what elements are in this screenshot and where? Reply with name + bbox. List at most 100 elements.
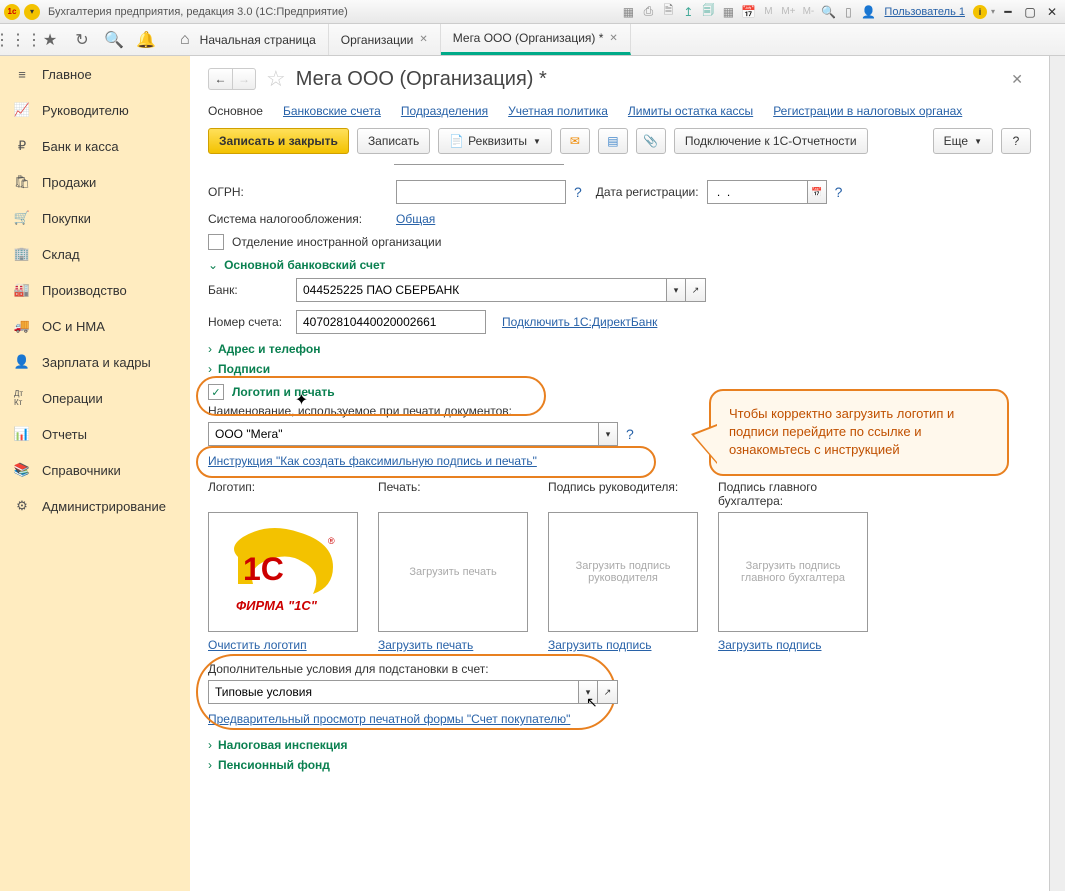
nav-back-button[interactable]: ← <box>208 68 232 90</box>
tax-system-label: Система налогообложения: <box>208 212 388 226</box>
logo-preview[interactable]: 1С ® ФИРМА "1С" <box>208 512 358 632</box>
maximize-button[interactable]: ▢ <box>1021 4 1039 20</box>
tab-mega-ooo[interactable]: Мега ООО (Организация) *✕ <box>441 24 631 55</box>
sidebar-item-sales[interactable]: 🛍Продажи <box>0 164 190 200</box>
load-stamp-link[interactable]: Загрузить печать <box>378 638 473 652</box>
tab-close-icon[interactable]: ✕ <box>419 34 427 45</box>
subnav-tax-registrations[interactable]: Регистрации в налоговых органах <box>773 104 962 118</box>
attach-button[interactable]: 📎 <box>636 128 666 154</box>
subnav-divisions[interactable]: Подразделения <box>401 104 488 118</box>
tab-organizations[interactable]: Организации✕ <box>329 24 441 55</box>
m-minus-icon[interactable]: M- <box>800 4 816 20</box>
info-icon[interactable]: i <box>973 5 987 19</box>
bank-open-button[interactable]: ↗ <box>686 278 706 302</box>
reg-date-input[interactable] <box>707 180 807 204</box>
direct-bank-link[interactable]: Подключить 1С:ДиректБанк <box>502 315 657 329</box>
toolbar-icon[interactable]: ▦ <box>620 4 636 20</box>
sidebar-item-purchases[interactable]: 🛒Покупки <box>0 200 190 236</box>
mail-button[interactable]: ✉ <box>560 128 590 154</box>
minimize-button[interactable]: ━ <box>999 4 1017 20</box>
account-input[interactable] <box>296 310 486 334</box>
load-sign-head-link[interactable]: Загрузить подпись <box>548 638 652 652</box>
bookmark-icon[interactable]: ☆ <box>266 66 286 92</box>
bank-dropdown-button[interactable]: ▾ <box>666 278 686 302</box>
history-icon[interactable]: ↻ <box>72 30 92 50</box>
logo-section-title[interactable]: Логотип и печать <box>232 385 335 399</box>
help-icon[interactable]: ? <box>574 184 582 200</box>
bank-section-toggle[interactable]: ⌄Основной банковский счет <box>208 258 1031 272</box>
subnav-accounting[interactable]: Учетная политика <box>508 104 608 118</box>
zoom-icon[interactable]: 🔍 <box>820 4 836 20</box>
instruction-link[interactable]: Инструкция "Как создать факсимильную под… <box>208 454 537 468</box>
ogrn-input[interactable] <box>396 180 566 204</box>
import-icon[interactable]: 🗐 <box>700 4 716 20</box>
sidebar-item-directories[interactable]: 📚Справочники <box>0 452 190 488</box>
foreign-checkbox[interactable] <box>208 234 224 250</box>
subnav-main[interactable]: Основное <box>208 104 263 118</box>
sidebar-item-main[interactable]: ≡Главное <box>0 56 190 92</box>
form-toolbar: Записать и закрыть Записать 📄Реквизиты▼ … <box>190 128 1049 164</box>
menu-icon: ≡ <box>14 66 30 82</box>
print-icon[interactable]: ⎙ <box>640 4 656 20</box>
bank-input[interactable] <box>296 278 666 302</box>
m-plus-icon[interactable]: M+ <box>780 4 796 20</box>
title-dropdown[interactable]: ▾ <box>24 4 40 20</box>
sidebar-item-admin[interactable]: ⚙Администрирование <box>0 488 190 524</box>
load-sign-acc-link[interactable]: Загрузить подпись <box>718 638 822 652</box>
save-button[interactable]: Записать <box>357 128 430 154</box>
tax-inspection-toggle[interactable]: ›Налоговая инспекция <box>208 738 1031 752</box>
sidebar-item-salary[interactable]: 👤Зарплата и кадры <box>0 344 190 380</box>
extra-cond-open[interactable]: ↗ <box>598 680 618 704</box>
more-button[interactable]: Еще▼ <box>933 128 993 154</box>
apps-icon[interactable]: ⋮⋮⋮ <box>8 30 28 50</box>
sign-head-placeholder[interactable]: Загрузить подпись руководителя <box>548 512 698 632</box>
address-section-toggle[interactable]: ›Адрес и телефон <box>208 342 1031 356</box>
nav-forward-button[interactable]: → <box>232 68 256 90</box>
pension-fund-toggle[interactable]: ›Пенсионный фонд <box>208 758 1031 772</box>
help-icon[interactable]: ? <box>626 426 634 442</box>
sidebar-item-reports[interactable]: 📊Отчеты <box>0 416 190 452</box>
sidebar-item-assets[interactable]: 🚚ОС и НМА <box>0 308 190 344</box>
search-icon[interactable]: 🔍 <box>104 30 124 50</box>
sidebar-item-warehouse[interactable]: 🏢Склад <box>0 236 190 272</box>
list-button[interactable]: ▤ <box>598 128 628 154</box>
tax-system-link[interactable]: Общая <box>396 212 435 226</box>
close-page-button[interactable]: ✕ <box>1003 71 1031 88</box>
close-button[interactable]: ✕ <box>1043 4 1061 20</box>
clipboard-icon[interactable]: ▯ <box>840 4 856 20</box>
connect-1c-button[interactable]: Подключение к 1С-Отчетности <box>674 128 868 154</box>
signatures-section-toggle[interactable]: ›Подписи <box>208 362 1031 376</box>
username-link[interactable]: Пользователь 1 <box>884 6 965 18</box>
bell-icon[interactable]: 🔔 <box>136 30 156 50</box>
docs-icon[interactable]: 🗎 <box>660 4 676 20</box>
sidebar-item-manager[interactable]: 📈Руководителю <box>0 92 190 128</box>
subnav-cash-limits[interactable]: Лимиты остатка кассы <box>628 104 753 118</box>
clear-logo-link[interactable]: Очистить логотип <box>208 638 307 652</box>
extra-cond-input[interactable] <box>208 680 578 704</box>
sidebar-item-operations[interactable]: Дт КтОперации <box>0 380 190 416</box>
print-name-input[interactable] <box>208 422 598 446</box>
sidebar-item-bank[interactable]: ₽Банк и касса <box>0 128 190 164</box>
calendar-icon[interactable]: 📅 <box>740 4 756 20</box>
help-button[interactable]: ? <box>1001 128 1031 154</box>
calendar-button[interactable]: 📅 <box>807 180 827 204</box>
save-close-button[interactable]: Записать и закрыть <box>208 128 349 154</box>
requisites-button[interactable]: 📄Реквизиты▼ <box>438 128 552 154</box>
preview-link[interactable]: Предварительный просмотр печатной формы … <box>208 712 570 726</box>
stamp-placeholder[interactable]: Загрузить печать <box>378 512 528 632</box>
favorite-icon[interactable]: ★ <box>40 30 60 50</box>
grid-icon[interactable]: ▦ <box>720 4 736 20</box>
doc-icon: 📄 <box>449 134 464 148</box>
help-icon[interactable]: ? <box>835 184 843 200</box>
tab-home[interactable]: Начальная страница <box>164 24 329 55</box>
sidebar-item-production[interactable]: 🏭Производство <box>0 272 190 308</box>
vertical-scrollbar[interactable] <box>1049 56 1065 891</box>
subnav-bank-accounts[interactable]: Банковские счета <box>283 104 381 118</box>
sign-acc-placeholder[interactable]: Загрузить подпись главного бухгалтера <box>718 512 868 632</box>
export-icon[interactable]: ↥ <box>680 4 696 20</box>
reg-date-label: Дата регистрации: <box>596 185 699 199</box>
logo-checkbox[interactable]: ✓ <box>208 384 224 400</box>
m-icon[interactable]: M <box>760 4 776 20</box>
print-name-dropdown[interactable]: ▾ <box>598 422 618 446</box>
tab-close-icon[interactable]: ✕ <box>609 33 617 44</box>
